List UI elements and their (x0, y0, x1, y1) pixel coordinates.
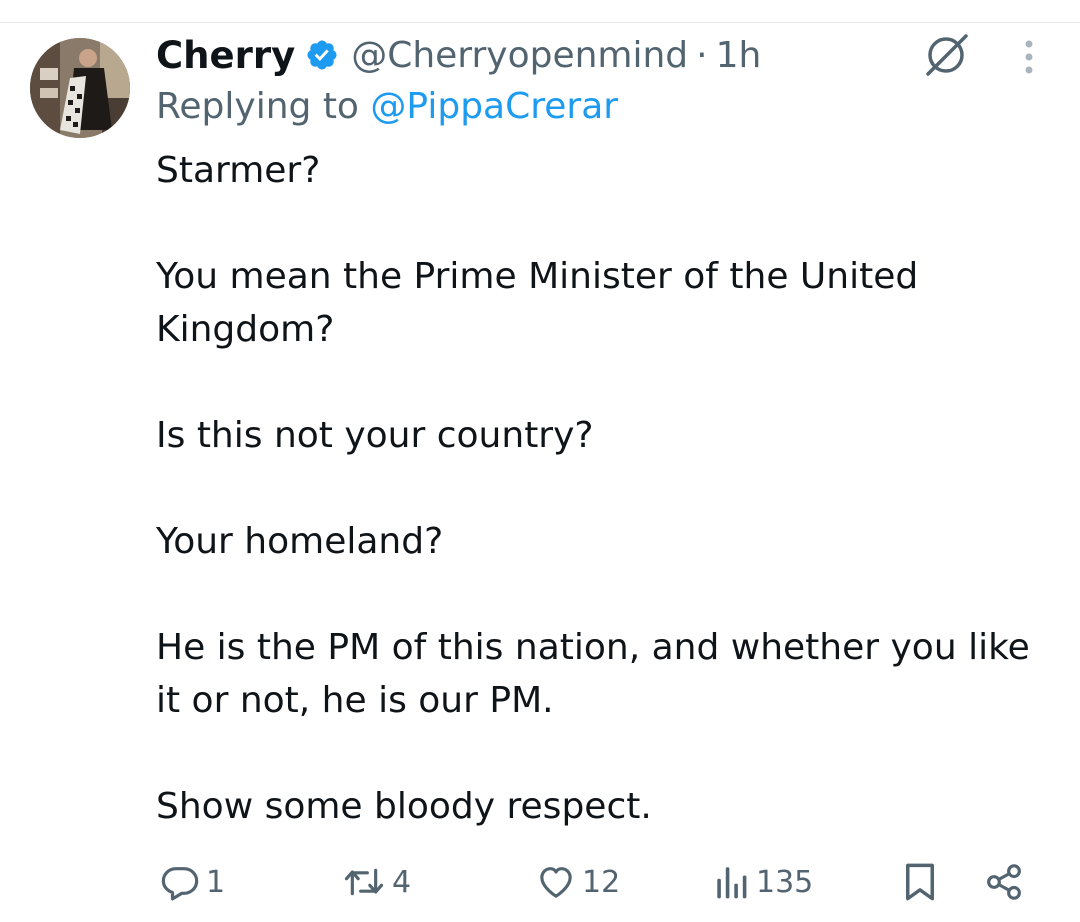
tweet-paragraph: He is the PM of this nation, and whether… (156, 627, 1030, 721)
views-count: 135 (756, 864, 814, 900)
views-button[interactable]: 135 (714, 852, 813, 912)
reply-button[interactable]: 1 (160, 852, 225, 912)
tweet-text: Starmer? You mean the Prime Minister of … (156, 144, 1056, 833)
replying-to-handle[interactable]: @PippaCrerar (370, 86, 618, 127)
action-bar: 1 4 12 135 (0, 852, 1080, 912)
bookmark-icon (902, 861, 938, 903)
display-name[interactable]: Cherry (156, 34, 295, 77)
replying-to-label: Replying to (156, 86, 359, 127)
tweet-paragraph: Starmer? (156, 150, 321, 191)
verified-badge-icon (305, 38, 339, 72)
bookmark-button[interactable] (902, 852, 938, 912)
reply-count: 1 (206, 864, 226, 900)
repost-button[interactable]: 4 (342, 852, 411, 912)
more-vertical-icon[interactable] (1018, 38, 1040, 78)
author-handle[interactable]: @Cherryopenmind (351, 35, 688, 76)
views-icon (714, 862, 750, 902)
like-count: 12 (582, 864, 621, 900)
timestamp[interactable]: 1h (716, 35, 762, 76)
tweet-header: Cherry @Cherryopenmind · 1h (156, 30, 761, 80)
share-button[interactable] (984, 852, 1024, 912)
tweet-paragraph: Show some bloody respect. (156, 786, 652, 827)
tweet-paragraph: Your homeland? (156, 521, 444, 562)
like-button[interactable]: 12 (536, 852, 620, 912)
reply-icon (160, 862, 200, 902)
separator-dot: · (696, 34, 708, 76)
repost-count: 4 (392, 864, 412, 900)
share-icon (984, 862, 1024, 902)
tweet-paragraph: You mean the Prime Minister of the Unite… (156, 256, 919, 350)
avatar[interactable] (30, 38, 130, 138)
replying-to-line: Replying to @PippaCrerar (156, 86, 618, 127)
like-icon (536, 862, 576, 902)
repost-icon (342, 862, 386, 902)
top-divider (0, 22, 1080, 23)
grok-icon[interactable] (922, 32, 972, 78)
tweet-paragraph: Is this not your country? (156, 415, 594, 456)
